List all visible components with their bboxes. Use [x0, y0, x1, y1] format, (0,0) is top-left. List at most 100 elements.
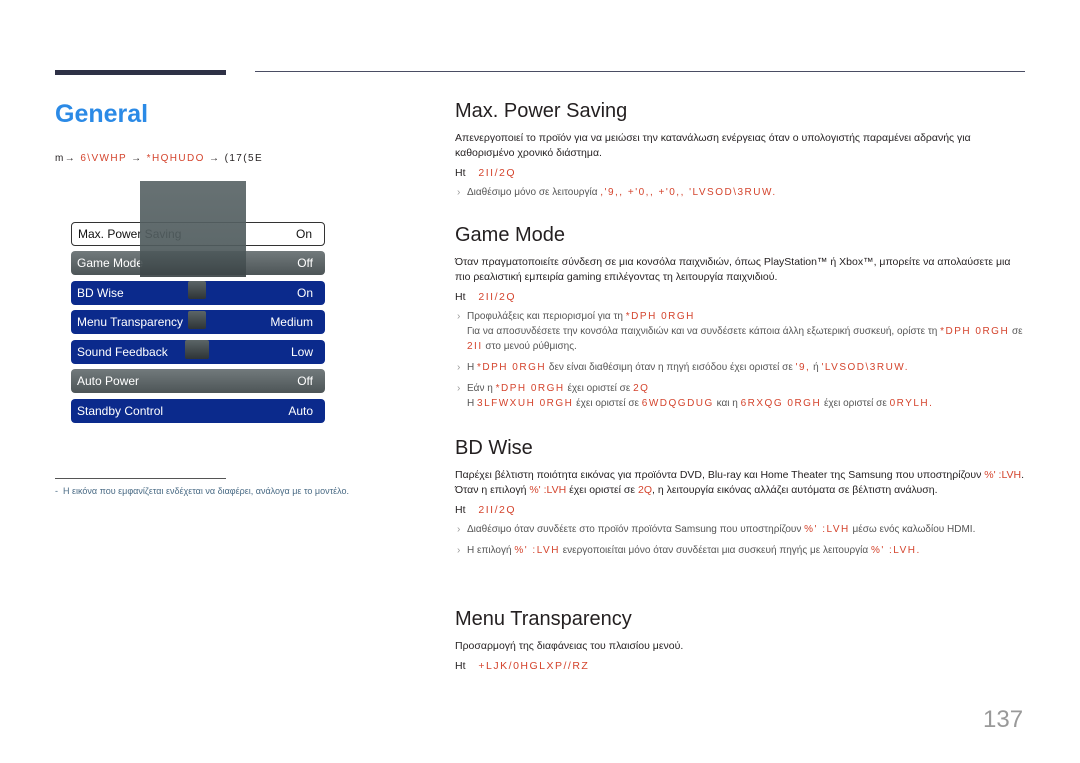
section-max-power-saving: Max. Power Saving Απενεργοποιεί το προϊό… [455, 100, 1025, 200]
page-number: 137 [983, 706, 1024, 733]
osd-item-value: Off [297, 256, 313, 270]
note-text: Η [467, 398, 475, 409]
options-line: Ht +LJK/0HGLXP//RZ [455, 660, 1025, 672]
note-highlight: 6RXQG 0RGH [740, 398, 822, 409]
osd-slider-knob [188, 281, 206, 299]
note-highlight: *DPH 0RGH [477, 362, 547, 373]
note-text: Για να αποσυνδέσετε την κονσόλα παιχνιδι… [467, 326, 938, 337]
section-title: BD Wise [455, 437, 533, 459]
note: Η επιλογή %' :LVH ενεργοποιείται μόνο ότ… [455, 543, 1025, 558]
note-highlight: *DPH 0RGH [940, 326, 1010, 337]
note-highlight: 6WDQGDUG [641, 398, 714, 409]
header-bar-thick [55, 70, 226, 75]
section-title: Game Mode [455, 224, 566, 246]
bullet-icon: - [55, 486, 63, 496]
options-prefix: Ht [455, 504, 466, 516]
note-text: Διαθέσιμο όταν συνδέετε στο προϊόν προϊό… [467, 524, 802, 535]
osd-item-value: On [295, 227, 312, 241]
footnote-text: Η εικόνα που εμφανίζεται ενδέχεται να δι… [63, 486, 350, 496]
options-line: Ht 2II/2Q [455, 167, 1025, 179]
section-menu-transparency: Menu Transparency Προσαρμογή της διαφάνε… [455, 608, 1025, 672]
osd-item-value: Low [290, 345, 313, 359]
note-highlight: %' :LVH [804, 524, 850, 535]
description-highlight: 2Q [638, 484, 653, 496]
note-subline: Η 3LFWXUH 0RGH έχει οριστεί σε 6WDQGDUG … [467, 396, 1025, 411]
menu-icon: m→ [55, 153, 77, 164]
note-text: Προφυλάξεις και περιορισμοί για τη [467, 311, 623, 322]
note-highlight: 2II [467, 341, 483, 352]
breadcrumb-item: *HQHUDO [146, 153, 205, 164]
page-title: General [55, 100, 149, 128]
note-text: έχει οριστεί σε [823, 398, 887, 409]
note-text: σε [1011, 326, 1023, 337]
description-text: Παρέχει βέλτιστη ποιότητα εικόνας για πρ… [455, 469, 982, 481]
breadcrumb: m→ 6\VWHP → *HQHUDO → (17(5E [55, 153, 263, 164]
note-highlight: ,'9,, +'0,, +'0,, 'LVSOD\3RUW. [600, 187, 777, 198]
description-text: έχει οριστεί σε [569, 484, 636, 496]
note-text: Εάν η [467, 383, 493, 394]
breadcrumb-item: (17(5E [224, 153, 264, 164]
osd-menu-illustration: Max. Power Saving On Game Mode Off BD Wi… [70, 180, 326, 430]
osd-slider-knob [188, 311, 206, 329]
options-prefix: Ht [455, 660, 466, 672]
note-text: έχει οριστεί σε [576, 398, 640, 409]
osd-item-label: Sound Feedback [77, 345, 168, 359]
section-title: Max. Power Saving [455, 100, 628, 122]
osd-item-standby-control: Standby Control Auto [71, 399, 325, 423]
note-highlight: 0RYLH. [889, 398, 934, 409]
note-highlight: 2Q [633, 383, 650, 394]
options-prefix: Ht [455, 291, 466, 303]
options-values: 2II/2Q [478, 504, 517, 516]
osd-item-value: Auto [288, 404, 313, 418]
description-text: , η λειτουργία εικόνας αλλάζει αυτόματα … [652, 484, 938, 496]
section-description: Όταν πραγματοποιείτε σύνδεση σε μια κονσ… [455, 256, 1011, 283]
osd-item-value: Medium [270, 315, 313, 329]
options-prefix: Ht [455, 167, 466, 179]
note-text: έχει οριστεί σε [567, 383, 631, 394]
note: Προφυλάξεις και περιορισμοί για τη *DPH … [455, 309, 1025, 354]
options-values: +LJK/0HGLXP//RZ [478, 660, 590, 672]
options-line: Ht 2II/2Q [455, 291, 1025, 303]
options-values: 2II/2Q [478, 291, 517, 303]
note-highlight: *DPH 0RGH [625, 311, 695, 322]
note-text: δεν είναι διαθέσιμη όταν η πηγή εισόδου … [548, 362, 793, 373]
note-text: Η [467, 362, 475, 373]
section-title: Menu Transparency [455, 608, 632, 630]
osd-item-label: Menu Transparency [77, 315, 184, 329]
note-text: Διαθέσιμο μόνο σε λειτουργία [467, 187, 598, 198]
note-highlight: 3LFWXUH 0RGH [477, 398, 574, 409]
note: Διαθέσιμο μόνο σε λειτουργία ,'9,, +'0,,… [455, 185, 1025, 200]
osd-item-label: Auto Power [77, 374, 140, 388]
note-text: Η επιλογή [467, 545, 512, 556]
osd-item-label: Game Mode [77, 256, 144, 270]
arrow-icon: → [131, 153, 143, 164]
note-text: και η [716, 398, 738, 409]
osd-item-value: Off [297, 374, 313, 388]
note-text: στο μενού ρύθμισης. [485, 341, 577, 352]
description-highlight: %' :LVH [529, 484, 567, 496]
header-rule [255, 71, 1025, 72]
osd-slider-knob [185, 340, 209, 359]
osd-item-value: On [296, 286, 313, 300]
section-game-mode: Game Mode Όταν πραγματοποιείτε σύνδεση σ… [455, 224, 1025, 411]
breadcrumb-item: 6\VWHP [80, 153, 127, 164]
osd-item-label: BD Wise [77, 286, 124, 300]
note-text: ή [813, 362, 819, 373]
osd-item-auto-power: Auto Power Off [71, 369, 325, 393]
options-values: 2II/2Q [478, 167, 517, 179]
description-highlight: %' :LVH [984, 469, 1022, 481]
note-subline: Για να αποσυνδέσετε την κονσόλα παιχνιδι… [467, 324, 1025, 354]
note: Εάν η *DPH 0RGH έχει οριστεί σε 2Q Η 3LF… [455, 381, 1025, 411]
footnote: - Η εικόνα που εμφανίζεται ενδέχεται να … [55, 486, 349, 496]
section-description: Απενεργοποιεί το προϊόν για να μειώσει τ… [455, 132, 971, 159]
note-highlight: %' :LVH. [870, 545, 921, 556]
osd-highlight-overlay [140, 181, 246, 277]
section-description: Προσαρμογή της διαφάνειας του πλαισίου μ… [455, 640, 684, 652]
note-text: μέσω ενός καλωδίου HDMI. [852, 524, 976, 535]
note-highlight: '9, [795, 362, 811, 373]
osd-item-label: Standby Control [77, 404, 164, 418]
options-line: Ht 2II/2Q [455, 504, 1025, 516]
arrow-icon: → [209, 153, 221, 164]
note-highlight: %' :LVH [514, 545, 560, 556]
note-text: ενεργοποιείται μόνο όταν συνδέεται μια σ… [562, 545, 869, 556]
